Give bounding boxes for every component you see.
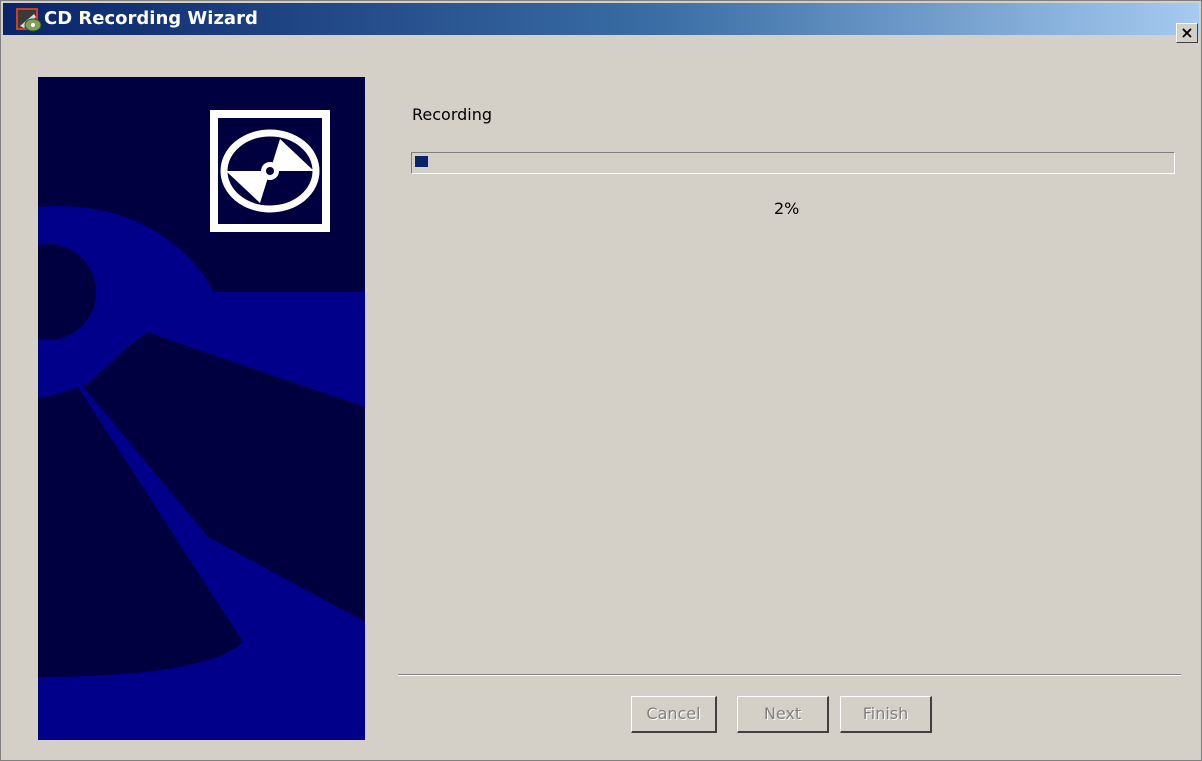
stage-label: Recording [412,105,493,124]
finish-button[interactable]: Finish [840,696,932,733]
recording-progress-bar [411,152,1175,174]
progress-percent: 2% [774,199,800,218]
close-icon: × [1180,23,1194,42]
cancel-button[interactable]: Cancel [631,696,717,733]
title-bar[interactable]: CD Recording Wizard [3,3,1199,35]
wizard-banner-image [38,77,365,740]
cd-recording-wizard-window: CD Recording Wizard × Recording 2% Cance… [0,0,1202,761]
progress-fill [415,156,428,167]
cd-recording-icon [16,8,42,32]
close-button[interactable]: × [1176,23,1198,43]
separator-line [398,674,1181,676]
window-title: CD Recording Wizard [44,8,258,29]
banner-graphic [38,77,365,740]
next-button[interactable]: Next [737,696,829,733]
